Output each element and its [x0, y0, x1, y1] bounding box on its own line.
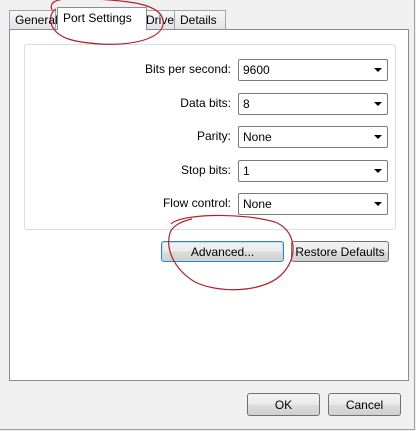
tab-details-label: Details	[180, 13, 217, 27]
tab-port-settings[interactable]: Port Settings	[57, 7, 147, 30]
cancel-button[interactable]: Cancel	[328, 393, 401, 416]
data-bits-select[interactable]: 8	[238, 93, 388, 115]
parity-select[interactable]: None	[238, 126, 388, 148]
parity-value: None	[243, 130, 272, 144]
data-bits-value: 8	[243, 97, 250, 111]
settings-group: Bits per second: 9600 Data bits: 8 Parit…	[24, 44, 396, 230]
stop-bits-row: Stop bits: 1	[25, 160, 395, 182]
restore-defaults-button[interactable]: Restore Defaults	[291, 241, 389, 262]
chevron-down-icon	[374, 202, 382, 206]
data-bits-label: Data bits:	[180, 96, 231, 110]
bits-per-second-row: Bits per second: 9600	[25, 59, 395, 81]
bits-per-second-value: 9600	[243, 63, 270, 77]
stop-bits-select[interactable]: 1	[238, 160, 388, 182]
bits-per-second-label: Bits per second:	[144, 62, 231, 76]
parity-row: Parity: None	[25, 126, 395, 148]
advanced-button[interactable]: Advanced...	[161, 241, 284, 262]
flow-control-label: Flow control:	[162, 196, 231, 210]
port-settings-panel: Bits per second: 9600 Data bits: 8 Parit…	[9, 29, 409, 381]
stop-bits-label: Stop bits:	[180, 163, 231, 177]
tab-strip: General Port Settings Driver Details	[9, 7, 409, 30]
stop-bits-value: 1	[243, 164, 250, 178]
ok-button[interactable]: OK	[247, 393, 320, 416]
tab-general[interactable]: General	[9, 10, 58, 29]
tab-general-label: General	[15, 13, 58, 27]
bits-per-second-select[interactable]: 9600	[238, 59, 388, 81]
parity-label: Parity:	[196, 129, 231, 143]
tab-details[interactable]: Details	[174, 10, 226, 29]
chevron-down-icon	[374, 169, 382, 173]
data-bits-row: Data bits: 8	[25, 93, 395, 115]
flow-control-row: Flow control: None	[25, 193, 395, 215]
chevron-down-icon	[374, 68, 382, 72]
flow-control-select[interactable]: None	[238, 193, 388, 215]
chevron-down-icon	[374, 135, 382, 139]
chevron-down-icon	[374, 102, 382, 106]
tab-port-settings-label: Port Settings	[63, 11, 132, 25]
port-properties-dialog: General Port Settings Driver Details Bit…	[0, 0, 415, 430]
flow-control-value: None	[243, 197, 272, 211]
